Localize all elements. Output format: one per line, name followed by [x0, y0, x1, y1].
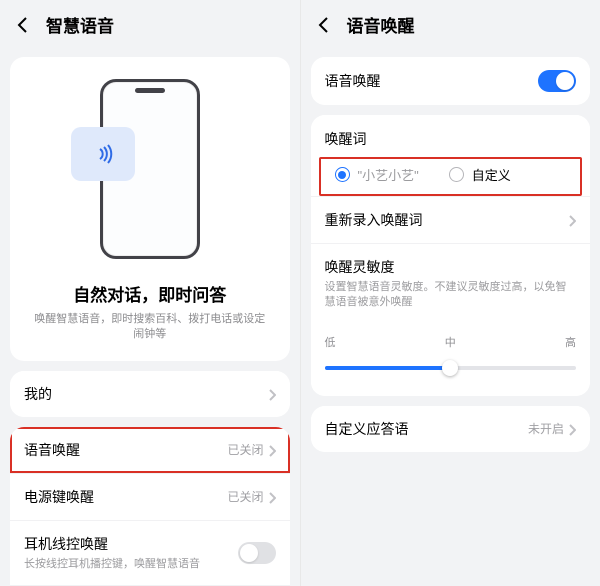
phone-illustration: [100, 79, 200, 259]
page-title: 语音唤醒: [347, 12, 415, 37]
custom-reply-status: 未开启: [528, 420, 564, 437]
radio-label: "小艺小艺": [358, 165, 419, 184]
scale-mid: 中: [445, 334, 456, 350]
sensitivity-label: 唤醒灵敏度: [325, 257, 395, 277]
hero-card: 自然对话，即时问答 唤醒智慧语音，即时搜索百科、拨打电话或设定闹钟等: [10, 57, 290, 361]
mine-card: 我的: [10, 371, 290, 417]
wake-method-row[interactable]: 语音唤醒 已关闭: [10, 427, 290, 473]
wake-toggle-card: 语音唤醒: [311, 57, 591, 105]
hero-subtitle: 唤醒智慧语音，即时搜索百科、拨打电话或设定闹钟等: [32, 312, 268, 343]
speech-bubble-icon: [71, 127, 135, 181]
mine-label: 我的: [24, 384, 268, 404]
mine-row[interactable]: 我的: [10, 371, 290, 417]
custom-reply-row[interactable]: 自定义应答语 未开启: [311, 406, 591, 452]
wakeword-option-custom[interactable]: 自定义: [449, 165, 511, 184]
custom-reply-label: 自定义应答语: [325, 419, 528, 439]
row-status: 已关闭: [227, 488, 263, 505]
page-title: 智慧语音: [46, 12, 114, 37]
back-button[interactable]: [315, 16, 333, 34]
row-label: 耳机线控唤醒: [24, 534, 108, 554]
rerecord-row[interactable]: 重新录入唤醒词: [311, 196, 591, 243]
wake-toggle-label: 语音唤醒: [325, 71, 539, 91]
row-main: 语音唤醒: [24, 440, 227, 460]
slider-knob[interactable]: [442, 360, 458, 376]
scale-low: 低: [325, 334, 336, 350]
radio-label: 自定义: [472, 165, 511, 184]
screen-voice-wake: 语音唤醒 语音唤醒 唤醒词 "小艺小艺" 自定义 重新录入唤醒词 唤醒灵敏度 设置…: [300, 0, 600, 586]
chevron-right-icon: [268, 444, 276, 456]
sensitivity-slider[interactable]: [325, 358, 577, 378]
wakeword-options: "小艺小艺" 自定义: [319, 157, 583, 196]
wake-method-row[interactable]: 耳机线控唤醒长按线控耳机播控键，唤醒智慧语音: [10, 520, 290, 585]
radio-icon: [449, 167, 464, 182]
chevron-right-icon: [568, 423, 576, 435]
scale-high: 高: [565, 334, 576, 350]
row-main: 耳机线控唤醒长按线控耳机播控键，唤醒智慧语音: [24, 534, 238, 572]
wakeword-section-label: 唤醒词: [311, 115, 591, 157]
sensitivity-scale: 低 中 高: [325, 334, 577, 350]
topbar: 智慧语音: [0, 0, 300, 47]
topbar: 语音唤醒: [301, 0, 600, 47]
custom-reply-card: 自定义应答语 未开启: [311, 406, 591, 452]
chevron-right-icon: [268, 491, 276, 503]
screen-smart-voice: 智慧语音 自然对话，即时问答 唤醒智慧语音，即时搜索百科、拨打电话或设定闹钟等 …: [0, 0, 300, 586]
sensitivity-row: 唤醒灵敏度 设置智慧语音灵敏度。不建议灵敏度过高，以免智慧语音被意外唤醒: [311, 243, 591, 324]
row-label: 语音唤醒: [24, 440, 80, 460]
wake-methods-card: 语音唤醒已关闭电源键唤醒已关闭耳机线控唤醒长按线控耳机播控键，唤醒智慧语音蓝牙设…: [10, 427, 290, 586]
wakeword-option-default[interactable]: "小艺小艺": [335, 165, 419, 184]
rerecord-label: 重新录入唤醒词: [325, 210, 569, 230]
wakeword-card: 唤醒词 "小艺小艺" 自定义 重新录入唤醒词 唤醒灵敏度 设置智慧语音灵敏度。不建…: [311, 115, 591, 396]
back-button[interactable]: [14, 16, 32, 34]
sensitivity-slider-wrap: 低 中 高: [311, 324, 591, 396]
sensitivity-desc: 设置智慧语音灵敏度。不建议灵敏度过高，以免智慧语音被意外唤醒: [325, 280, 577, 311]
row-label: 电源键唤醒: [24, 487, 94, 507]
wake-method-row[interactable]: 电源键唤醒 已关闭: [10, 473, 290, 520]
row-desc: 长按线控耳机播控键，唤醒智慧语音: [24, 557, 200, 572]
chevron-right-icon: [268, 388, 276, 400]
radio-icon: [335, 167, 350, 182]
wake-toggle[interactable]: [538, 70, 576, 92]
toggle[interactable]: [238, 542, 276, 564]
wake-toggle-row[interactable]: 语音唤醒: [311, 57, 591, 105]
hero-title: 自然对话，即时问答: [73, 281, 226, 306]
chevron-right-icon: [568, 214, 576, 226]
row-status: 已关闭: [227, 441, 263, 458]
row-main: 电源键唤醒: [24, 487, 227, 507]
